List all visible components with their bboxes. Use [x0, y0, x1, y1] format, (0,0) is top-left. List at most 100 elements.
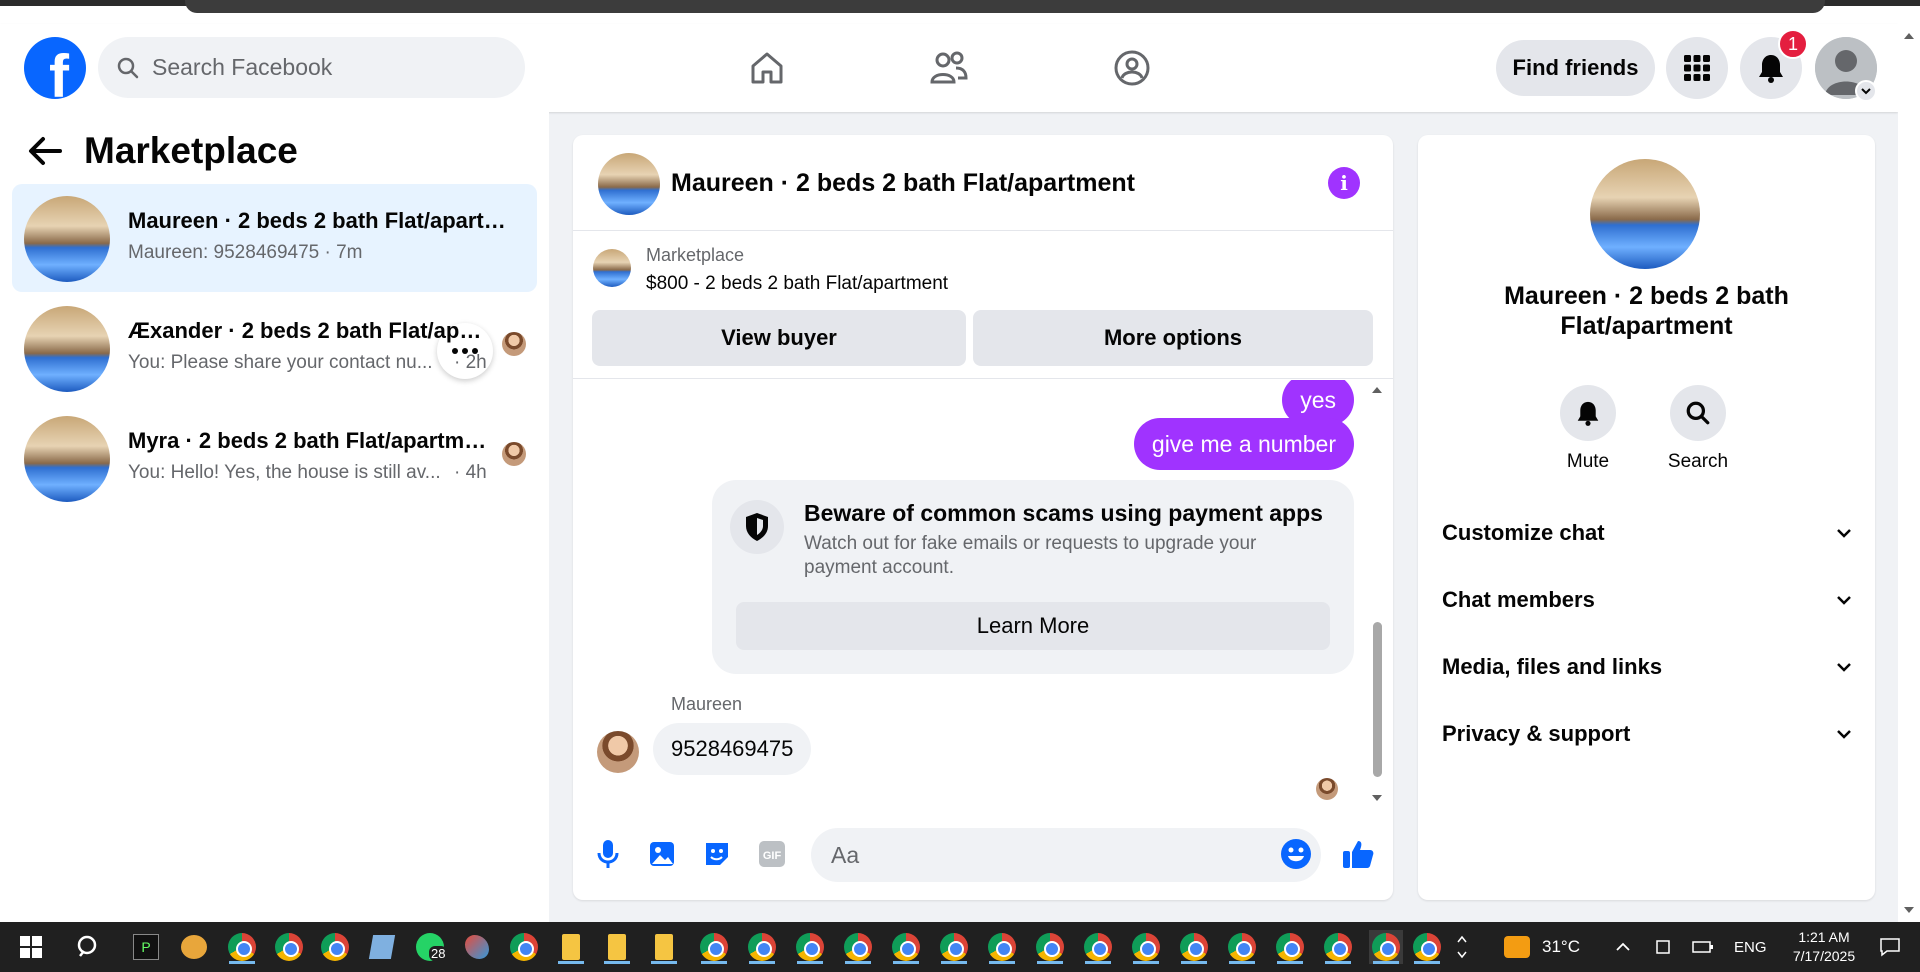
- facebook-logo[interactable]: f: [24, 37, 86, 99]
- home-icon[interactable]: [744, 46, 790, 90]
- account-chevron-down-icon[interactable]: [1855, 80, 1877, 102]
- whatsapp-icon[interactable]: 28: [413, 930, 448, 964]
- chrome-icon-active[interactable]: [1369, 930, 1403, 964]
- chrome-icon[interactable]: [793, 930, 827, 964]
- chrome-icon[interactable]: [1321, 930, 1355, 964]
- weather-temperature[interactable]: 31°C: [1542, 922, 1580, 972]
- conversation-preview: You: Hello! Yes, the house is still av..…: [128, 462, 441, 483]
- menu-grid-icon[interactable]: [1666, 37, 1728, 99]
- clock-date: 7/17/2025: [1792, 948, 1856, 964]
- tray-expand-chevron-icon[interactable]: [1606, 930, 1640, 964]
- details-avatar[interactable]: [1590, 159, 1700, 269]
- conversation-title: Maureen · 2 beds 2 bath Flat/apartment: [128, 208, 518, 233]
- chrome-icon[interactable]: [507, 930, 541, 964]
- chrome-icon[interactable]: [1410, 930, 1444, 964]
- conversation-item-maureen[interactable]: Maureen · 2 beds 2 bath Flat/apartment M…: [12, 184, 537, 292]
- find-friends-button[interactable]: Find friends: [1496, 40, 1655, 96]
- folder-icon[interactable]: [600, 930, 634, 964]
- chat-members-row[interactable]: Chat members: [1442, 580, 1852, 620]
- listing-label: Marketplace: [646, 245, 745, 265]
- chrome-icon[interactable]: [318, 930, 352, 964]
- section-label: Media, files and links: [1442, 654, 1663, 679]
- media-files-links-row[interactable]: Media, files and links: [1442, 647, 1852, 687]
- taskbar-search-icon[interactable]: [72, 930, 106, 964]
- app-icon-terminal[interactable]: P: [129, 930, 163, 964]
- taskbar-overflow-chevron-icon[interactable]: [1452, 930, 1472, 964]
- privacy-support-row[interactable]: Privacy & support: [1442, 714, 1852, 754]
- chrome-icon[interactable]: [225, 930, 259, 964]
- battery-icon[interactable]: [1686, 930, 1720, 964]
- scroll-up-icon[interactable]: [1371, 386, 1383, 394]
- chrome-icon[interactable]: [985, 930, 1019, 964]
- sender-avatar[interactable]: [597, 731, 639, 773]
- friends-icon[interactable]: [926, 46, 972, 90]
- clock[interactable]: 1:21 AM 7/17/2025: [1782, 928, 1866, 966]
- read-receipt-avatar: [502, 442, 526, 466]
- scroll-down-icon[interactable]: [1371, 794, 1383, 802]
- groups-icon[interactable]: [1109, 46, 1155, 90]
- language-indicator[interactable]: ENG: [1734, 922, 1767, 972]
- thumbs-up-icon[interactable]: [1341, 837, 1375, 871]
- learn-more-button[interactable]: Learn More: [736, 602, 1330, 650]
- app-icon-game[interactable]: [177, 930, 211, 964]
- weather-icon[interactable]: [1500, 930, 1534, 964]
- notification-center-icon[interactable]: [1873, 930, 1907, 964]
- chrome-icon[interactable]: [1273, 930, 1307, 964]
- conversation-item-aexander[interactable]: Æxander · 2 beds 2 bath Flat/apartment Y…: [12, 294, 537, 402]
- mute-button[interactable]: Mute: [1538, 385, 1638, 473]
- marketplace-header: Marketplace: [28, 130, 298, 172]
- photo-icon[interactable]: [645, 837, 679, 871]
- chrome-icon[interactable]: [272, 930, 306, 964]
- app-icon-paint[interactable]: [460, 930, 494, 964]
- message-scrollbar[interactable]: [1369, 380, 1385, 810]
- scroll-up-icon[interactable]: [1903, 32, 1915, 40]
- scam-warning-title: Beware of common scams using payment app…: [804, 500, 1323, 526]
- folder-icon[interactable]: [647, 930, 681, 964]
- back-arrow-icon[interactable]: [28, 136, 62, 166]
- chat-title[interactable]: Maureen · 2 beds 2 bath Flat/apartment: [671, 169, 1135, 198]
- details-title: Maureen · 2 beds 2 bath Flat/apartment: [1504, 282, 1789, 340]
- chevron-down-icon: [1837, 529, 1851, 538]
- search-in-chat-button[interactable]: Search: [1648, 385, 1748, 473]
- chrome-icon[interactable]: [1033, 930, 1067, 964]
- folder-icon[interactable]: [554, 930, 588, 964]
- sticker-icon[interactable]: [700, 837, 734, 871]
- chat-avatar[interactable]: [598, 153, 660, 215]
- chrome-icon[interactable]: [1129, 930, 1163, 964]
- browser-address-bar[interactable]: [185, 0, 1825, 13]
- chrome-icon[interactable]: [1225, 930, 1259, 964]
- scrollbar-thumb[interactable]: [1373, 622, 1382, 777]
- incoming-message[interactable]: 9528469475: [653, 723, 812, 775]
- scroll-down-icon[interactable]: [1903, 906, 1915, 914]
- scam-warning-body: Watch out for fake emails or requests to…: [804, 533, 1257, 578]
- outgoing-message[interactable]: give me a number: [1133, 418, 1354, 470]
- chrome-icon[interactable]: [937, 930, 971, 964]
- app-icon-notes[interactable]: [365, 930, 399, 964]
- conversation-title: Myra · 2 beds 2 bath Flat/apartment: [128, 428, 488, 453]
- message-list: yes give me a number Beware of common sc…: [573, 380, 1393, 810]
- listing-price[interactable]: $800 - 2 beds 2 bath Flat/apartment: [646, 273, 948, 295]
- view-buyer-button[interactable]: View buyer: [592, 310, 966, 366]
- chrome-icon[interactable]: [745, 930, 779, 964]
- network-icon[interactable]: [1646, 930, 1680, 964]
- gif-icon[interactable]: GIF: [755, 837, 789, 871]
- message-input[interactable]: [811, 828, 1321, 882]
- chrome-icon[interactable]: [1081, 930, 1115, 964]
- chrome-icon[interactable]: [841, 930, 875, 964]
- chrome-icon[interactable]: [1177, 930, 1211, 964]
- info-icon[interactable]: i: [1328, 167, 1360, 199]
- page-scrollbar[interactable]: [1898, 24, 1920, 922]
- emoji-icon[interactable]: [1279, 837, 1313, 871]
- microphone-icon[interactable]: [591, 837, 625, 871]
- preview-text: Maureen: 9528469475: [128, 242, 320, 263]
- chrome-icon[interactable]: [889, 930, 923, 964]
- search-input[interactable]: [152, 54, 512, 81]
- search-bar[interactable]: [98, 37, 525, 98]
- customize-chat-row[interactable]: Customize chat: [1442, 513, 1852, 553]
- chrome-icon[interactable]: [697, 930, 731, 964]
- svg-text:GIF: GIF: [763, 850, 782, 862]
- conversation-item-myra[interactable]: Myra · 2 beds 2 bath Flat/apartment You:…: [12, 404, 537, 512]
- message-composer: GIF: [573, 817, 1393, 893]
- windows-start-icon[interactable]: [14, 930, 48, 964]
- more-options-button[interactable]: More options: [973, 310, 1373, 366]
